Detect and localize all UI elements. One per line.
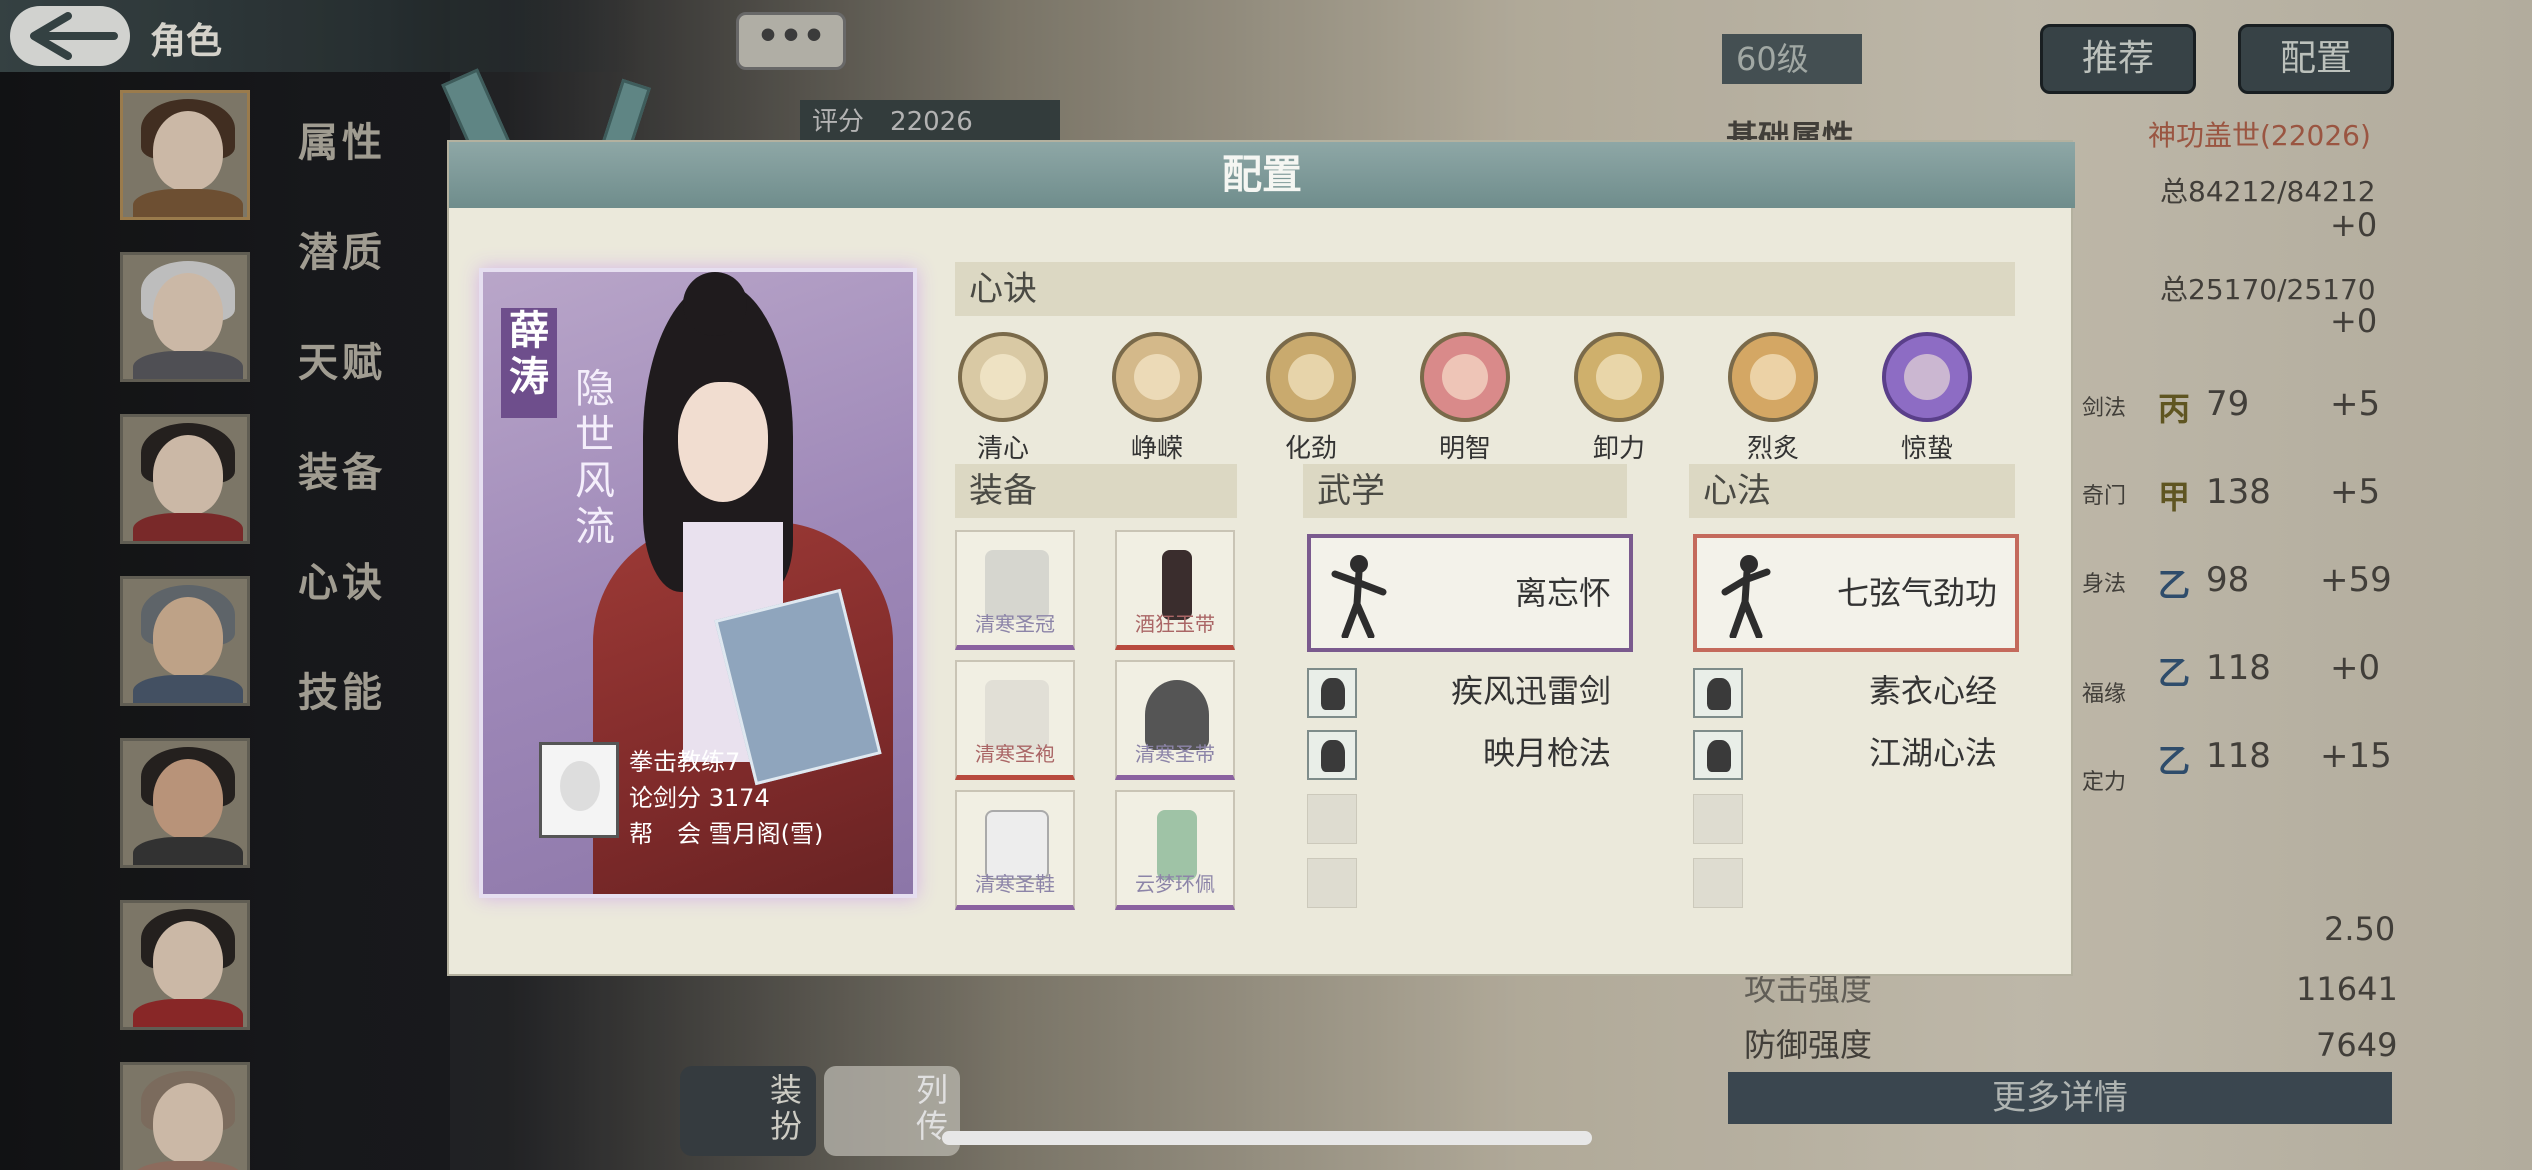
martial-arts-header: 武学 (1303, 464, 1627, 518)
character-name: 薛涛 (509, 308, 549, 400)
scripture-skill-icon[interactable] (1693, 668, 1743, 718)
heart-method-icon (1574, 332, 1664, 422)
martial-figure-icon (1331, 555, 1387, 638)
heart-method-icon (1882, 332, 1972, 422)
mental-figure-icon (1721, 555, 1771, 638)
heart-method-icon (1266, 332, 1356, 422)
meditation-skill-icon[interactable] (1693, 730, 1743, 780)
heart-method-item[interactable]: 卸力 (1571, 332, 1667, 465)
equipment-slot-accessory[interactable]: 云梦环佩 (1115, 790, 1235, 910)
sword-skill-icon[interactable] (1307, 668, 1357, 718)
heart-method-header: 心诀 (955, 262, 2015, 316)
spear-skill-icon[interactable] (1307, 730, 1357, 780)
mental-sub-skill[interactable]: 江湖心法 (1757, 728, 1997, 774)
equipment-slot-weapon[interactable]: 酒狂玉带 (1115, 530, 1235, 650)
heart-method-item[interactable]: 化劲 (1263, 332, 1359, 465)
empty-skill-slot[interactable] (1693, 794, 1743, 844)
heart-method-item[interactable]: 清心 (955, 332, 1051, 465)
equipment-slot-belt[interactable]: 清寒圣带 (1115, 660, 1235, 780)
character-portrait (678, 382, 768, 502)
mental-method-header: 心法 (1689, 464, 2015, 518)
martial-sub-skill[interactable]: 疾风迅雷剑 (1371, 666, 1611, 712)
heart-method-item[interactable]: 峥嵘 (1109, 332, 1205, 465)
club-line: 论剑分 3174 (629, 784, 770, 812)
main-martial-skill[interactable]: 离忘怀 (1307, 534, 1633, 652)
club-line: 帮 会 雪月阁(雪) (629, 820, 824, 848)
equipment-slot-helmet[interactable]: 清寒圣冠 (955, 530, 1075, 650)
heart-method-icon (1112, 332, 1202, 422)
heart-method-item[interactable]: 明智 (1417, 332, 1513, 465)
heart-method-icon (1420, 332, 1510, 422)
mental-sub-skill[interactable]: 素衣心经 (1757, 666, 1997, 712)
config-dialog: 配置 薛涛 隐世风流 拳击教练7 论剑分 3174 帮 会 雪月阁(雪) 心诀 … (447, 140, 2075, 976)
heart-method-icon (958, 332, 1048, 422)
heart-method-icon (1728, 332, 1818, 422)
character-epithet: 隐世风流 (575, 366, 615, 550)
dialog-title: 配置 (1222, 152, 1302, 198)
empty-skill-slot[interactable] (1693, 858, 1743, 908)
heart-method-item[interactable]: 惊蛰 (1879, 332, 1975, 465)
character-card: 薛涛 隐世风流 拳击教练7 论剑分 3174 帮 会 雪月阁(雪) (479, 268, 917, 898)
empty-skill-slot[interactable] (1307, 794, 1357, 844)
club-avatar (539, 742, 619, 838)
heart-method-item[interactable]: 烈炙 (1725, 332, 1821, 465)
equipment-slot-boots[interactable]: 清寒圣鞋 (955, 790, 1075, 910)
empty-skill-slot[interactable] (1307, 858, 1357, 908)
home-indicator[interactable] (942, 1131, 1592, 1145)
main-mental-skill[interactable]: 七弦气劲功 (1693, 534, 2019, 652)
equipment-slot-robe[interactable]: 清寒圣袍 (955, 660, 1075, 780)
equipment-header: 装备 (955, 464, 1237, 518)
club-line: 拳击教练7 (629, 748, 741, 776)
character-hair-bun (683, 272, 747, 336)
martial-sub-skill[interactable]: 映月枪法 (1371, 728, 1611, 774)
